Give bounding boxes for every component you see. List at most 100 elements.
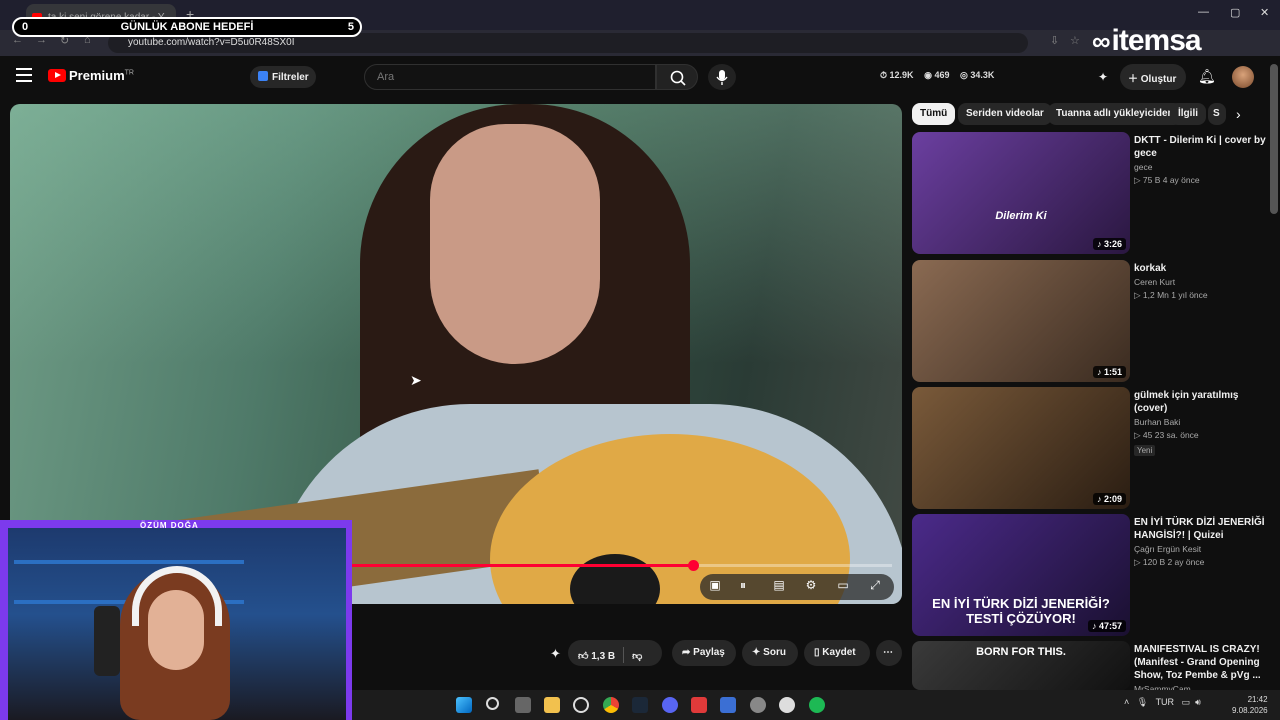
maximize-button[interactable]: ▢ <box>1230 6 1240 19</box>
goal-target: 5 <box>347 21 354 33</box>
thumbnail-text: Dilerim Ki <box>995 210 1047 222</box>
language-indicator[interactable]: TUR <box>1156 697 1175 707</box>
video-thumbnail[interactable]: EN İYİ TÜRK DİZİ JENERİĞİ? TESTİ ÇÖZÜYOR… <box>912 514 1130 636</box>
video-title[interactable]: gülmek için yaratılmış (cover) <box>1134 389 1270 415</box>
channel-name[interactable]: gece <box>1134 162 1152 172</box>
volume-icon[interactable]: 🔊︎ <box>1195 697 1201 707</box>
like-button[interactable]: 👍︎ 1,3 B <box>578 651 615 662</box>
search-taskbar-icon[interactable] <box>486 697 499 710</box>
chip-related[interactable]: İlgili <box>1170 103 1206 125</box>
subscriber-goal-bar: 0 GÜNLÜK ABONE HEDEFİ 5 <box>12 17 362 37</box>
task-view-icon[interactable] <box>515 697 531 713</box>
recommended-video[interactable]: ♪ 2:09 gülmek için yaratılmış (cover) Burh… <box>912 387 1272 509</box>
video-title[interactable]: korkak <box>1134 262 1270 275</box>
bookmark-star-icon[interactable]: ☆ <box>1070 34 1080 47</box>
duration-badge: ♪ 3:26 <box>1092 238 1126 250</box>
minimize-button[interactable]: — <box>1198 6 1209 18</box>
search-icon <box>670 70 686 86</box>
ask-button[interactable]: ✦ Soru <box>742 640 798 666</box>
chip-uploader[interactable]: Tuanna adlı yükleyiciden <box>1048 103 1182 125</box>
account-avatar[interactable] <box>1232 66 1254 88</box>
create-button[interactable]: ＋ Oluştur <box>1120 64 1186 90</box>
more-actions-button[interactable]: ⋯ <box>876 640 902 666</box>
performer-face <box>430 124 600 364</box>
stat-views: ◎ 34.3K <box>959 70 995 80</box>
video-thumbnail[interactable]: BORN FOR THIS. <box>912 641 1130 690</box>
link-icon: ∞ <box>1092 26 1111 56</box>
thumbs-down-icon: 👎︎ <box>632 651 643 662</box>
obs-icon[interactable] <box>573 697 589 713</box>
fullscreen-icon[interactable]: ⤢ <box>866 578 884 594</box>
discord-icon[interactable] <box>662 697 678 713</box>
theater-mode-icon[interactable]: ▭ <box>834 578 852 594</box>
microphone-icon <box>716 70 728 85</box>
app-icon[interactable] <box>720 697 736 713</box>
youtube-play-icon <box>48 69 66 82</box>
stat-likes: ◉ 469 <box>924 70 950 80</box>
shelf-light <box>14 560 244 564</box>
video-thumbnail[interactable]: ♪ 1:51 <box>912 260 1130 382</box>
video-title[interactable]: MANIFESTIVAL IS CRAZY! (Manifest - Grand… <box>1134 643 1270 682</box>
channel-name[interactable]: Ceren Kurt <box>1134 277 1175 287</box>
duration-badge: ♪ 2:09 <box>1092 493 1126 505</box>
video-progress-played[interactable] <box>346 564 692 567</box>
recommended-video[interactable]: BORN FOR THIS. MANIFESTIVAL IS CRAZY! (Ma… <box>912 641 1272 694</box>
chevron-up-icon[interactable]: ˄ <box>1124 697 1129 707</box>
recommended-video[interactable]: ♪ 1:51 korkak Ceren Kurt ▷ 1,2 Mn 1 yıl önc… <box>912 260 1272 382</box>
notifications-bell-icon[interactable]: 🔔︎ <box>1198 68 1216 85</box>
subtitles-icon[interactable]: ▤ <box>770 578 788 594</box>
search-input[interactable]: Ara <box>364 64 656 90</box>
video-thumbnail[interactable]: Dilerim Ki ♪ 3:26 <box>912 132 1130 254</box>
mouse-cursor-icon: ➤ <box>410 372 422 388</box>
hamburger-menu-icon[interactable] <box>16 68 32 82</box>
save-button[interactable]: ▯ Kaydet <box>804 640 870 666</box>
search-button[interactable] <box>656 64 698 90</box>
app-icon[interactable] <box>779 697 795 713</box>
extension-icon[interactable]: ✦ <box>1098 70 1108 84</box>
chip-series[interactable]: Seriden videolar <box>958 103 1052 125</box>
recommended-video[interactable]: Dilerim Ki ♪ 3:26 DKTT - Dilerim Ki | cove… <box>912 132 1272 254</box>
extension-action-icon[interactable]: ✦ <box>550 646 561 662</box>
file-explorer-icon[interactable] <box>544 697 560 713</box>
chrome-icon[interactable] <box>603 697 619 713</box>
video-progress-remaining[interactable] <box>692 564 892 567</box>
steam-icon[interactable] <box>632 697 648 713</box>
clock[interactable]: 21:42 9.08.2026 <box>1232 694 1268 716</box>
voice-search-button[interactable] <box>708 64 736 90</box>
youtube-premium-logo[interactable]: PremiumTR <box>48 68 134 83</box>
player-controls <box>700 574 894 600</box>
microphone-tray-icon[interactable]: 🎙︎ <box>1137 697 1148 707</box>
bookmark-icon: ▯ <box>814 647 820 658</box>
duration-badge: ♪ 1:51 <box>1092 366 1126 378</box>
video-meta: ▷ 120 B 2 ay önce <box>1134 557 1205 567</box>
system-tray: ˄ 🎙︎ TUR ▭ 🔊︎ <box>1124 697 1201 708</box>
progress-scrubber-handle[interactable] <box>688 560 699 571</box>
chevron-right-icon[interactable]: › <box>1236 106 1241 122</box>
settings-gear-icon[interactable]: ⚙ <box>802 578 820 594</box>
close-window-button[interactable]: ✕ <box>1260 6 1269 19</box>
settings-taskbar-icon[interactable] <box>750 697 766 713</box>
chip-all[interactable]: Tümü <box>912 103 956 125</box>
channel-name[interactable]: Çağrı Ergün Kesit <box>1134 544 1201 554</box>
video-title[interactable]: EN İYİ TÜRK DİZİ JENERİĞİ HANGİSİ?! | Qu… <box>1134 516 1270 542</box>
pause-icon[interactable]: ⏸ <box>734 578 752 594</box>
filters-button[interactable]: Filtreler <box>250 66 316 88</box>
recommended-video[interactable]: EN İYİ TÜRK DİZİ JENERİĞİ? TESTİ ÇÖZÜYOR… <box>912 514 1272 636</box>
windows-start-icon[interactable] <box>456 697 472 713</box>
dislike-button[interactable]: 👎︎ <box>632 651 642 662</box>
video-title[interactable]: DKTT - Dilerim Ki | cover by gece <box>1134 134 1270 160</box>
sparkle-icon: ✦ <box>752 647 761 658</box>
app-icon[interactable] <box>691 697 707 713</box>
network-icon[interactable]: ▭ <box>1182 697 1191 707</box>
share-button[interactable]: ➦ Paylaş <box>672 640 736 666</box>
spotify-icon[interactable] <box>809 697 825 713</box>
channel-name[interactable]: Burhan Baki <box>1134 417 1180 427</box>
studio-microphone <box>94 606 120 676</box>
page-scrollbar[interactable] <box>1270 64 1278 214</box>
chip-more[interactable]: S <box>1208 103 1226 125</box>
stat-subscribers: ⏱ 12.9K <box>880 70 914 80</box>
duration-badge: ♪ 47:57 <box>1087 620 1126 632</box>
install-app-icon[interactable]: ⇩ <box>1050 34 1059 47</box>
extension-player-icon[interactable]: ▣ <box>706 578 724 594</box>
video-thumbnail[interactable]: ♪ 2:09 <box>912 387 1130 509</box>
